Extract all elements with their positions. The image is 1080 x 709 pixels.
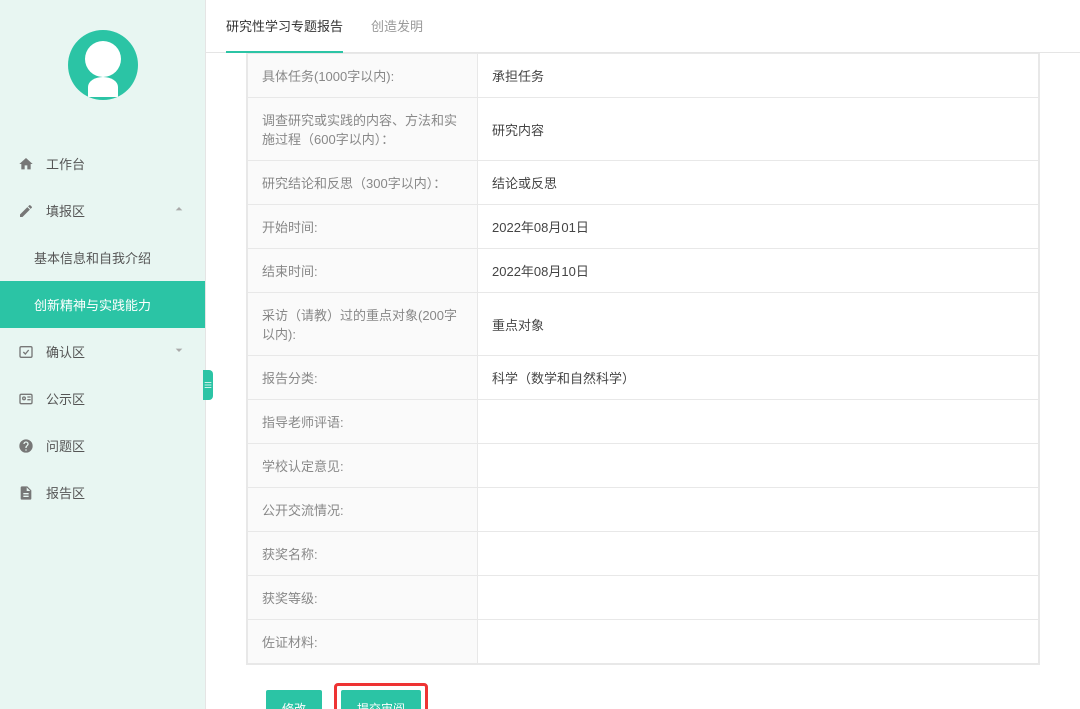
field-value: 2022年08月01日 (478, 205, 1039, 249)
field-label: 获奖名称: (248, 532, 478, 576)
chevron-up-icon (171, 201, 187, 220)
field-value: 2022年08月10日 (478, 249, 1039, 293)
field-value: 研究内容 (478, 98, 1039, 161)
sidebar-item-publicity[interactable]: 公示区 (0, 375, 205, 422)
avatar-wrap (0, 0, 205, 140)
field-label: 佐证材料: (248, 620, 478, 664)
field-value: 结论或反思 (478, 161, 1039, 205)
field-label: 公开交流情况: (248, 488, 478, 532)
field-value (478, 576, 1039, 620)
question-icon (18, 438, 34, 454)
avatar[interactable] (68, 30, 138, 100)
table-row: 研究结论和反思（300字以内）：结论或反思 (248, 161, 1039, 205)
action-bar: 修改 提交审阅 (226, 665, 1060, 709)
field-label: 采访（请教）过的重点对象(200字以内): (248, 293, 478, 356)
field-label: 学校认定意见: (248, 444, 478, 488)
field-value: 重点对象 (478, 293, 1039, 356)
edit-icon (18, 203, 34, 219)
content: 具体任务(1000字以内):承担任务调查研究或实践的内容、方法和实施过程（600… (206, 53, 1080, 709)
tabs: 研究性学习专题报告 创造发明 (206, 0, 1080, 53)
field-label: 指导老师评语: (248, 400, 478, 444)
check-icon (18, 344, 34, 360)
sidebar-item-confirmarea[interactable]: 确认区 (0, 328, 205, 375)
sidebar-item-report[interactable]: 报告区 (0, 469, 205, 516)
sidebar: 工作台 填报区 基本信息和自我介绍 创新精神与实践能力 确认区 (0, 0, 205, 709)
sidebar-item-label: 填报区 (46, 201, 85, 220)
field-label: 结束时间: (248, 249, 478, 293)
sidebar-sub-innovation[interactable]: 创新精神与实践能力 (0, 281, 205, 328)
tab-invention[interactable]: 创造发明 (371, 0, 423, 53)
edit-button[interactable]: 修改 (266, 690, 322, 709)
table-row: 公开交流情况: (248, 488, 1039, 532)
sidebar-item-question[interactable]: 问题区 (0, 422, 205, 469)
table-row: 具体任务(1000字以内):承担任务 (248, 54, 1039, 98)
sidebar-toggle[interactable] (203, 370, 213, 400)
chevron-down-icon (171, 342, 187, 361)
sidebar-sub-label: 创新精神与实践能力 (34, 298, 151, 313)
field-label: 具体任务(1000字以内): (248, 54, 478, 98)
field-label: 获奖等级: (248, 576, 478, 620)
table-row: 调查研究或实践的内容、方法和实施过程（600字以内）：研究内容 (248, 98, 1039, 161)
file-icon (18, 485, 34, 501)
table-row: 结束时间:2022年08月10日 (248, 249, 1039, 293)
table-row: 采访（请教）过的重点对象(200字以内):重点对象 (248, 293, 1039, 356)
field-label: 报告分类: (248, 356, 478, 400)
table-row: 佐证材料: (248, 620, 1039, 664)
field-value (478, 620, 1039, 664)
field-value (478, 400, 1039, 444)
sidebar-sub-basicinfo[interactable]: 基本信息和自我介绍 (0, 234, 205, 281)
field-label: 开始时间: (248, 205, 478, 249)
tab-research-report[interactable]: 研究性学习专题报告 (226, 0, 343, 53)
field-value (478, 488, 1039, 532)
tab-label: 创造发明 (371, 19, 423, 34)
sidebar-item-fillarea[interactable]: 填报区 (0, 187, 205, 234)
main: 研究性学习专题报告 创造发明 具体任务(1000字以内):承担任务调查研究或实践… (205, 0, 1080, 709)
sidebar-item-label: 问题区 (46, 436, 85, 455)
table-row: 获奖名称: (248, 532, 1039, 576)
sidebar-item-label: 报告区 (46, 483, 85, 502)
field-label: 研究结论和反思（300字以内）： (248, 161, 478, 205)
field-value: 科学（数学和自然科学） (478, 356, 1039, 400)
submit-button[interactable]: 提交审阅 (341, 690, 421, 709)
tab-label: 研究性学习专题报告 (226, 19, 343, 34)
submit-highlight: 提交审阅 (334, 683, 428, 709)
table-row: 报告分类:科学（数学和自然科学） (248, 356, 1039, 400)
info-table: 具体任务(1000字以内):承担任务调查研究或实践的内容、方法和实施过程（600… (246, 53, 1040, 665)
sidebar-item-worktable[interactable]: 工作台 (0, 140, 205, 187)
field-value (478, 532, 1039, 576)
field-label: 调查研究或实践的内容、方法和实施过程（600字以内）： (248, 98, 478, 161)
table-row: 获奖等级: (248, 576, 1039, 620)
field-value (478, 444, 1039, 488)
field-value: 承担任务 (478, 54, 1039, 98)
card-icon (18, 391, 34, 407)
sidebar-item-label: 确认区 (46, 342, 85, 361)
sidebar-item-label: 工作台 (46, 154, 85, 173)
sidebar-item-label: 公示区 (46, 389, 85, 408)
home-icon (18, 156, 34, 172)
table-row: 指导老师评语: (248, 400, 1039, 444)
table-row: 学校认定意见: (248, 444, 1039, 488)
table-row: 开始时间:2022年08月01日 (248, 205, 1039, 249)
sidebar-sub-label: 基本信息和自我介绍 (34, 251, 151, 266)
